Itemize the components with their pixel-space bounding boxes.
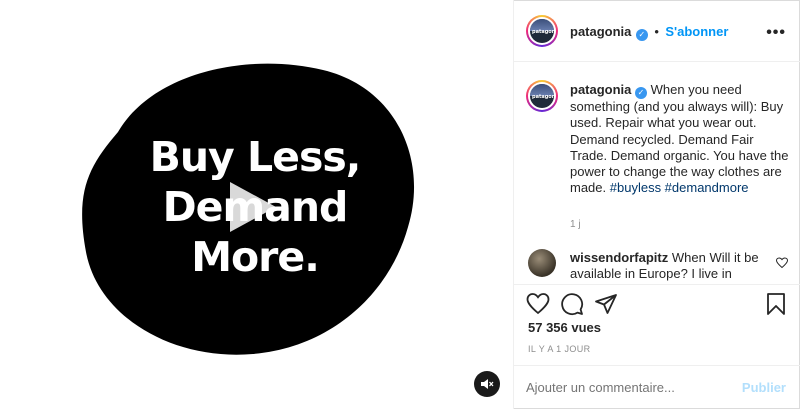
actions-divider: [514, 284, 800, 285]
play-icon[interactable]: [218, 176, 280, 238]
commenter-avatar[interactable]: [528, 249, 556, 277]
save-button[interactable]: [764, 292, 788, 316]
publish-button[interactable]: Publier: [742, 380, 786, 395]
post-side-panel: patagonia patagonia ✓ • S'abonner ••• pa…: [514, 0, 800, 409]
verified-badge-icon: ✓: [635, 29, 648, 41]
like-button[interactable]: [526, 292, 550, 316]
caption-hashtags[interactable]: #buyless #demandmore: [610, 180, 749, 195]
caption-text: When you need something (and you always …: [570, 82, 789, 196]
headline-line-3: More.: [191, 233, 320, 281]
comment-like-heart-icon[interactable]: [776, 257, 788, 269]
author-avatar[interactable]: patagonia: [526, 15, 558, 47]
bookmark-icon: [767, 293, 785, 315]
post-caption: patagonia ✓ When you need something (and…: [570, 82, 790, 197]
post-media[interactable]: Buy Less, Demand More.: [0, 0, 514, 409]
header-author-line: patagonia ✓ • S'abonner: [570, 23, 728, 41]
mute-button[interactable]: [474, 371, 500, 397]
comment-item: wissendorfapitz When Will it be availabl…: [570, 250, 770, 283]
caption-author-avatar[interactable]: patagonia: [526, 80, 558, 112]
follow-button[interactable]: S'abonner: [665, 24, 728, 39]
headline-line-1: Buy Less,: [149, 133, 362, 181]
more-horizontal-icon[interactable]: •••: [766, 24, 786, 42]
share-icon: [595, 294, 617, 314]
share-button[interactable]: [594, 292, 618, 316]
caption-username[interactable]: patagonia: [570, 82, 631, 97]
caption-verified-badge-icon: ✓: [635, 87, 648, 99]
header-username[interactable]: patagonia: [570, 24, 631, 39]
caption-time[interactable]: 1 j: [570, 219, 581, 230]
comment-input[interactable]: [526, 380, 726, 395]
comment-composer: Publier: [514, 365, 800, 409]
post-timestamp[interactable]: IL Y A 1 JOUR: [528, 344, 591, 354]
heart-icon: [526, 293, 550, 315]
separator-bullet: •: [654, 24, 659, 39]
view-count[interactable]: 57 356 vues: [528, 320, 601, 335]
comment-username[interactable]: wissendorfapitz: [570, 250, 668, 265]
comment-button[interactable]: [560, 292, 584, 316]
speaker-muted-icon: [481, 379, 494, 389]
post-header: patagonia patagonia ✓ • S'abonner •••: [514, 0, 800, 62]
comment-icon: [561, 293, 584, 316]
